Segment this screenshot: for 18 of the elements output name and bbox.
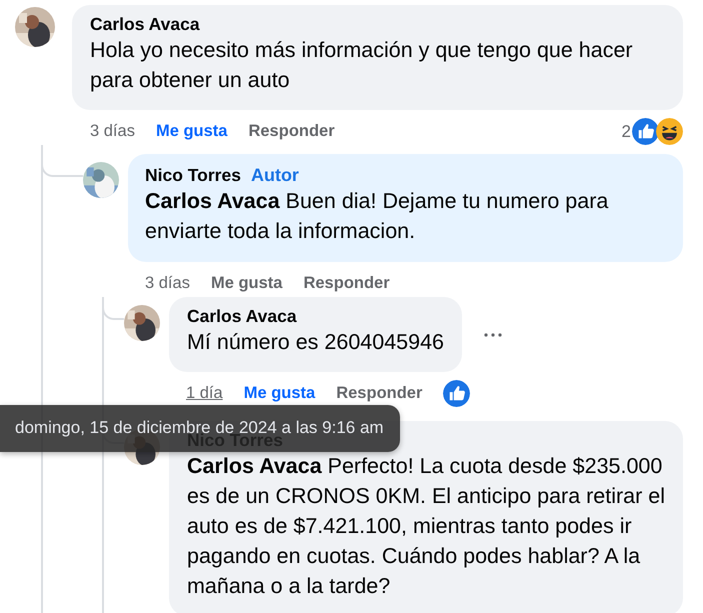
comment-text: Mí número es 2604045946 — [187, 329, 444, 356]
reaction-count: 2 — [622, 122, 631, 142]
author-name[interactable]: Carlos Avaca — [187, 306, 297, 326]
like-link[interactable]: Me gusta — [156, 122, 228, 141]
reply-link[interactable]: Responder — [303, 274, 390, 293]
comment-text: Carlos Avaca Buen dia! Dejame tu numero para enviarte toda la informacion. — [145, 188, 610, 245]
timestamp-link[interactable]: 3 días — [90, 122, 135, 141]
author-name[interactable]: Carlos Avaca — [90, 14, 200, 34]
author-name[interactable]: Nico Torres — [145, 165, 241, 185]
reply-link[interactable]: Responder — [248, 122, 335, 141]
reply-link[interactable]: Responder — [336, 384, 422, 403]
comment-text: Carlos Avaca Perfecto! La cuota desde $235.000 es de un CRONOS 0KM. El anticipo para retirar el auto es de $7.421.100, mientras tanto podes ir pagando en cuotas. Cuándo podes hablar? A la mañana o a la tarde? — [187, 453, 665, 600]
author-label: Autor — [250, 165, 299, 185]
like-link[interactable]: Me gusta — [210, 274, 282, 293]
like-link[interactable]: Me gusta — [244, 384, 316, 403]
timestamp-link[interactable]: 1 día — [186, 384, 223, 403]
comment-text: Hola yo necesito más información y que tengo que hacer para obtener un auto — [90, 37, 634, 94]
timestamp-link[interactable]: 3 días — [145, 274, 190, 293]
